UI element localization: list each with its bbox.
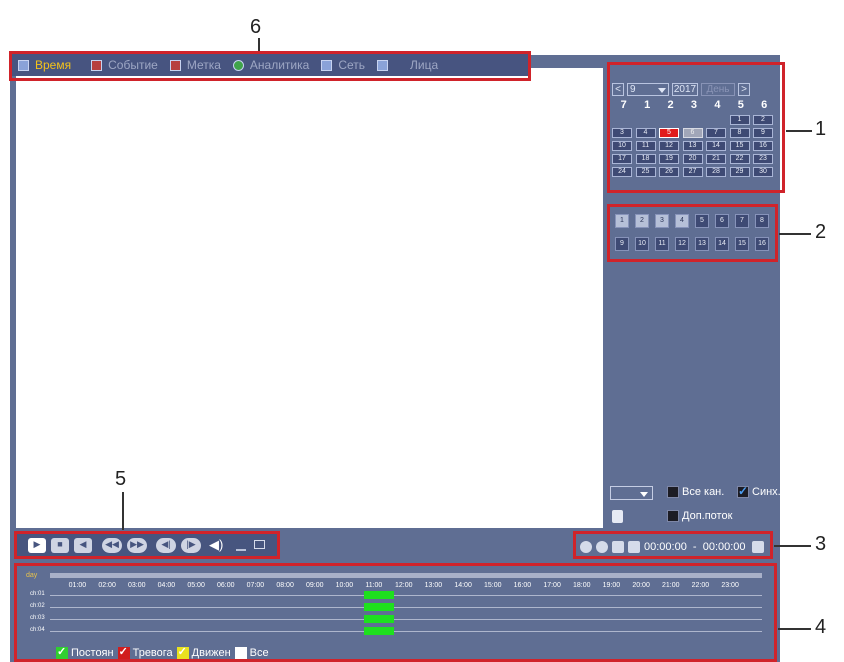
callout-leader-2: [779, 233, 811, 235]
all-channels-label: Все кан.: [682, 486, 725, 498]
callout-box-4: [14, 563, 777, 662]
callout-leader-6: [258, 38, 260, 52]
file-list-icon[interactable]: [612, 510, 623, 523]
video-viewport[interactable]: [16, 68, 603, 528]
callout-number-6: 6: [250, 16, 262, 38]
callout-box-2: [607, 204, 778, 262]
chevron-down-icon: [640, 492, 648, 497]
callout-box-1: [607, 62, 785, 193]
callout-box-5: [14, 531, 280, 559]
callout-leader-3: [774, 545, 811, 547]
callout-leader-1: [786, 130, 812, 132]
sync-option[interactable]: Синх.: [737, 484, 781, 498]
callout-number-3: 3: [815, 533, 827, 555]
callout-leader-4: [778, 628, 811, 630]
substream-label: Доп.поток: [682, 510, 733, 522]
callout-number-1: 1: [815, 118, 827, 140]
stream-type-select[interactable]: [610, 486, 653, 500]
callout-number-5: 5: [115, 468, 127, 490]
substream-option[interactable]: Доп.поток: [667, 510, 732, 522]
callout-number-2: 2: [815, 221, 827, 243]
sync-checkbox[interactable]: [737, 484, 749, 498]
callout-number-4: 4: [815, 616, 827, 638]
substream-checkbox[interactable]: [667, 510, 679, 522]
callout-box-3: [573, 531, 773, 559]
sync-label: Синх.: [752, 486, 781, 498]
all-channels-option[interactable]: Все кан.: [667, 486, 724, 498]
callout-box-6: [9, 51, 531, 81]
callout-leader-5: [122, 492, 124, 530]
all-channels-checkbox[interactable]: [667, 486, 679, 498]
